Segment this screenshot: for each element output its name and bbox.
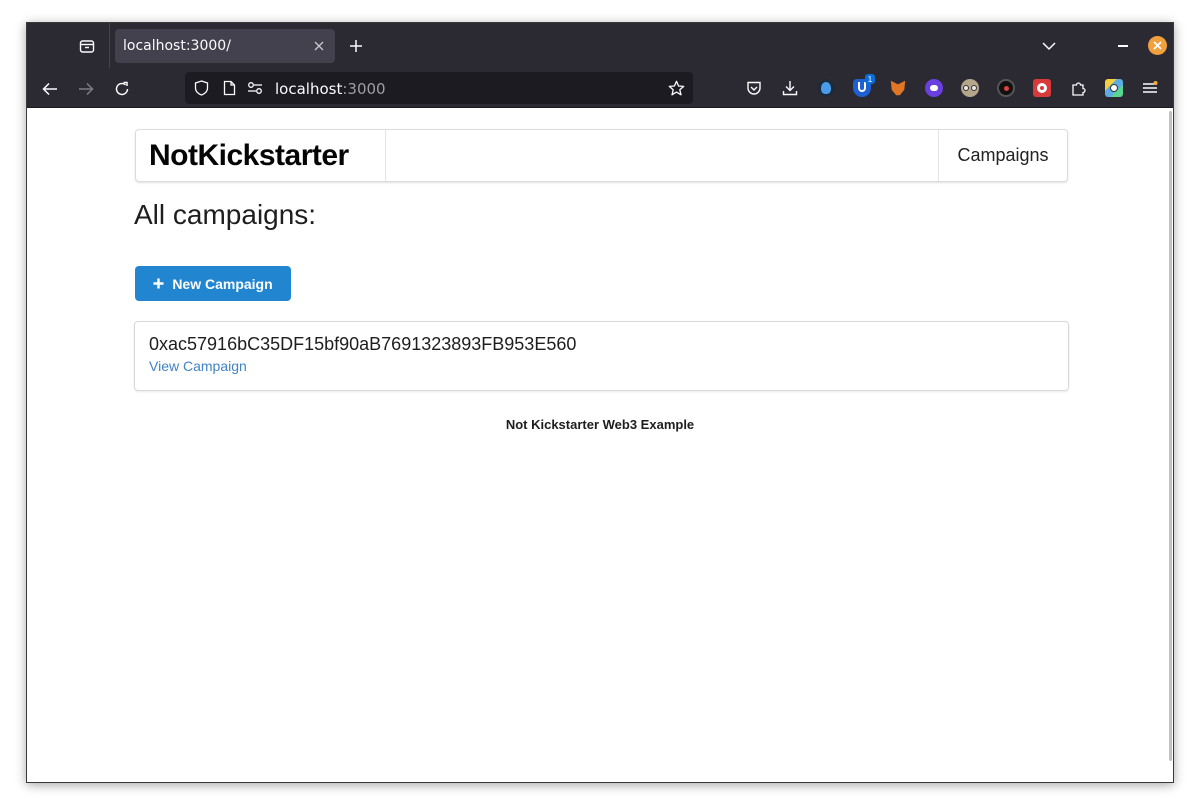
new-campaign-button[interactable]: New Campaign xyxy=(135,266,291,301)
url-text: localhost:3000 xyxy=(275,80,386,98)
page-title: All campaigns: xyxy=(134,199,317,230)
new-campaign-label: New Campaign xyxy=(172,275,273,292)
plus-icon xyxy=(153,278,164,289)
hamburger-icon[interactable] xyxy=(1139,77,1161,99)
nav-campaigns[interactable]: Campaigns xyxy=(938,130,1067,181)
arrow-left-icon[interactable] xyxy=(37,76,63,102)
minimize-icon[interactable] xyxy=(1113,37,1133,55)
scrollbar[interactable] xyxy=(1169,111,1172,761)
privacy-extension-icon[interactable] xyxy=(959,77,981,99)
arrow-right-icon[interactable] xyxy=(73,76,99,102)
page-icon[interactable] xyxy=(220,79,238,97)
tab-title: localhost:3000/ xyxy=(123,38,231,54)
pocket-icon[interactable] xyxy=(743,77,765,99)
metamask-icon[interactable] xyxy=(887,77,909,99)
colorful-extension-icon[interactable] xyxy=(1103,77,1125,99)
view-campaign-link[interactable]: View Campaign xyxy=(149,358,247,374)
url-bar[interactable]: localhost:3000 xyxy=(185,72,693,104)
ublock-badge: 1 xyxy=(865,74,875,84)
ublock-icon[interactable]: 1 xyxy=(851,74,875,99)
red-extension-icon[interactable] xyxy=(1031,77,1053,99)
film-extension-icon[interactable] xyxy=(995,77,1017,99)
download-icon[interactable] xyxy=(779,77,801,99)
page-viewport: NotKickstarter Campaigns All campaigns: … xyxy=(27,109,1173,782)
star-icon[interactable] xyxy=(667,79,685,97)
tab-strip: localhost:3000/ xyxy=(27,23,1173,68)
site-logo[interactable]: NotKickstarter xyxy=(136,130,386,181)
puzzle-icon[interactable] xyxy=(1067,77,1089,99)
campaign-card: 0xac57916bC35DF15bf90aB7691323893FB953E5… xyxy=(134,321,1069,391)
wallet-extension-icon[interactable] xyxy=(815,77,837,99)
close-icon[interactable] xyxy=(311,38,327,54)
plus-icon[interactable] xyxy=(345,35,367,57)
window-close-icon[interactable] xyxy=(1148,36,1167,55)
campaign-address: 0xac57916bC35DF15bf90aB7691323893FB953E5… xyxy=(149,334,577,354)
chevron-down-icon[interactable] xyxy=(1039,37,1059,55)
navigation-toolbar: localhost:3000 1 xyxy=(27,68,1173,108)
active-tab[interactable]: localhost:3000/ xyxy=(115,29,335,63)
page-footer: Not Kickstarter Web3 Example xyxy=(505,417,695,432)
browser-window: localhost:3000/ localhost:3000 1 NotKick… xyxy=(26,22,1174,783)
reload-icon[interactable] xyxy=(109,76,135,102)
tab-divider xyxy=(109,23,110,68)
tab-list-icon[interactable] xyxy=(71,32,103,60)
permissions-icon[interactable] xyxy=(246,79,264,97)
site-menu: NotKickstarter Campaigns xyxy=(135,129,1068,182)
ghost-extension-icon[interactable] xyxy=(923,77,945,99)
shield-icon[interactable] xyxy=(192,79,210,97)
